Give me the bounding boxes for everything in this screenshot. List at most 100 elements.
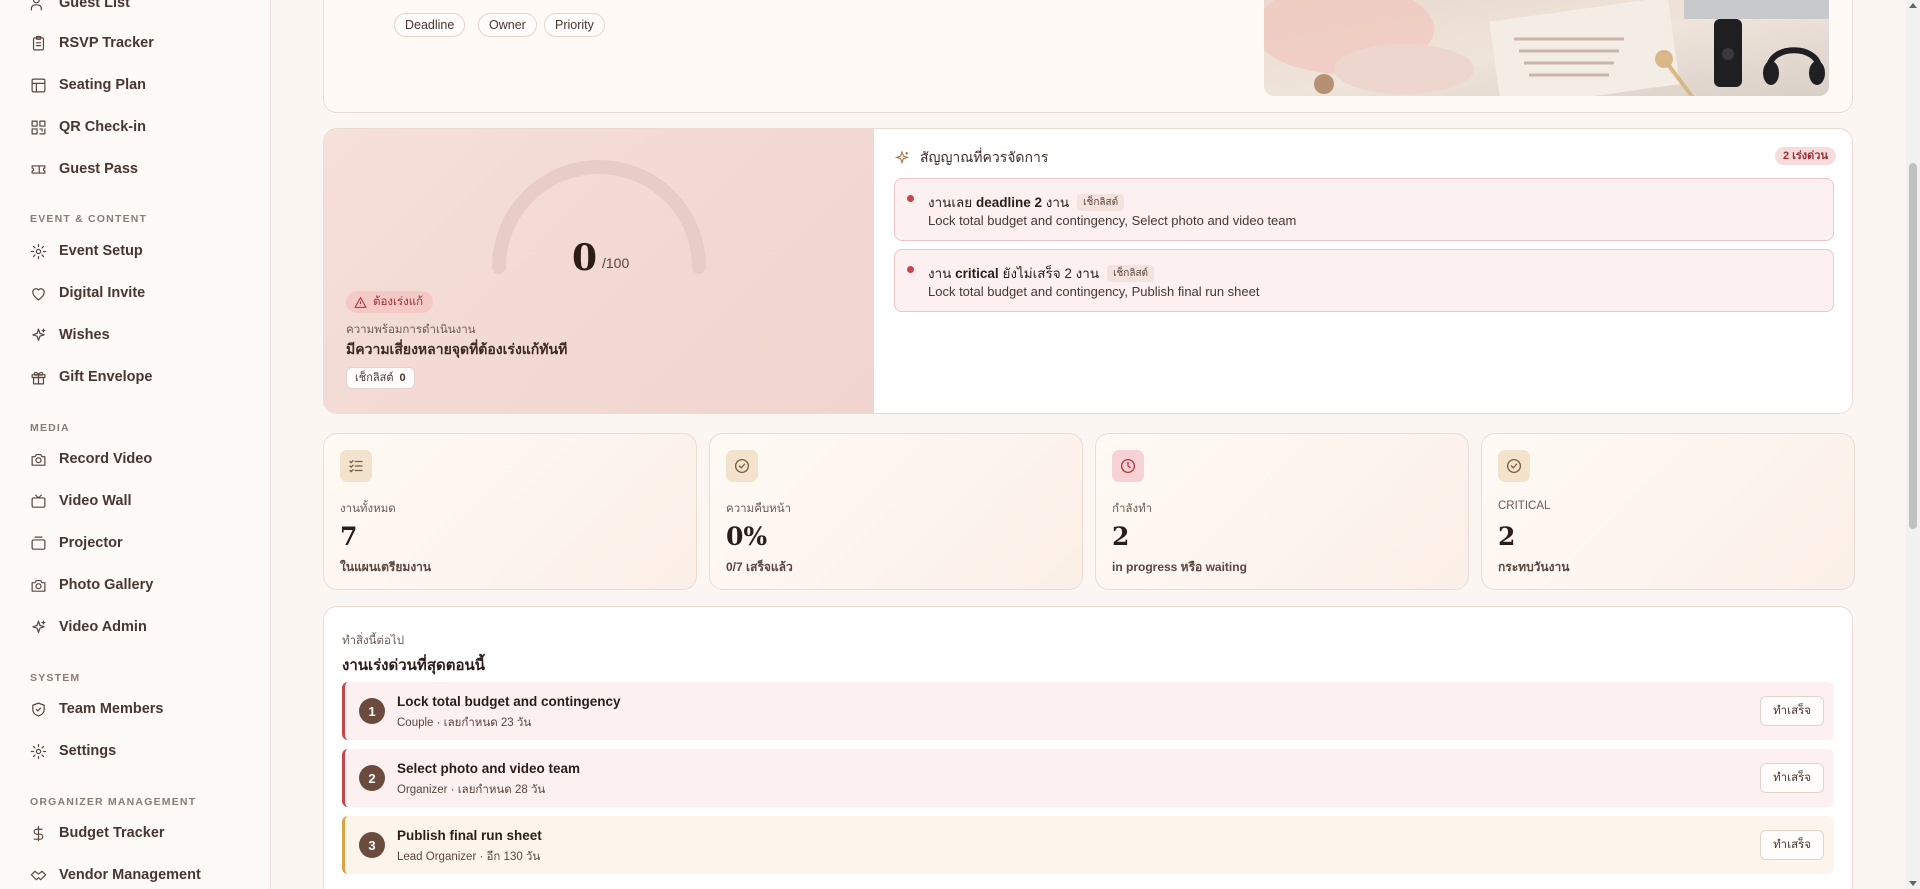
sidebar-item-projector[interactable]: Projector [30, 532, 123, 554]
sidebar-item-guest-pass[interactable]: Guest Pass [30, 158, 138, 180]
stat-label: ความคืบหน้า [726, 503, 792, 515]
wedding-planning-photo-image [1264, 0, 1829, 96]
clipboard-icon [32, 35, 45, 50]
stat-label: กำลังทำ [1112, 503, 1153, 515]
signal-title-prefix: งานเลย [928, 195, 976, 210]
signal-title-bold: deadline 2 [975, 195, 1042, 210]
readiness-title: มีความเสี่ยงหลายจุดที่ต้องเร่งแก้ทันที [346, 341, 568, 357]
stat-icon-wrap [1498, 450, 1530, 482]
checklist-icon [349, 460, 363, 473]
sidebar-item-label: Guest Pass [59, 161, 138, 177]
stat-subtext: ในแผนเตรียมงาน [340, 560, 432, 574]
scroll-up-arrow-icon[interactable] [1909, 3, 1917, 8]
signal-title-bold: critical [955, 266, 999, 281]
stat-icon-wrap [726, 450, 758, 482]
sidebar-item-video-admin[interactable]: Video Admin [30, 616, 147, 638]
page-scrollbar[interactable] [1906, 0, 1920, 889]
sidebar-item-label: Wishes [59, 327, 110, 343]
chip-deadline[interactable]: Deadline [394, 13, 466, 37]
clock-icon [1120, 458, 1136, 474]
sidebar-item-label: Projector [59, 535, 123, 551]
signals-header: สัญญาณที่ควรจัดการ [894, 147, 1048, 169]
sidebar-item-label: Seating Plan [59, 77, 147, 93]
signal-tag: เช็กลิสต์ [1107, 264, 1155, 282]
stat-value: 7 [340, 522, 358, 551]
sparkle-icon [32, 620, 46, 633]
sidebar-item-label: Digital Invite [59, 285, 146, 301]
stat-value: 0% [726, 522, 768, 551]
heart-icon [32, 287, 45, 300]
readiness-caption: ความพร้อมการดำเนินงาน [346, 324, 476, 336]
table-grid-icon [31, 78, 46, 92]
scroll-down-arrow-icon[interactable] [1909, 881, 1917, 886]
task-row: 3 Publish final run sheet Lead Organizer… [342, 816, 1834, 874]
stat-icon-wrap [340, 450, 372, 482]
sidebar-item-team-members[interactable]: Team Members [30, 698, 164, 720]
sidebar-item-event-setup[interactable]: Event Setup [30, 240, 143, 262]
urgent-count-badge: 2 เร่งด่วน [1774, 147, 1836, 165]
sidebar-item-label: RSVP Tracker [59, 35, 154, 51]
signal-item[interactable]: งาน critical ยังไม่เสร็จ 2 งาน เช็กลิสต์… [894, 249, 1834, 312]
mark-done-button[interactable]: ทำเสร็จ [1760, 763, 1824, 793]
sidebar-item-label: Settings [59, 743, 117, 759]
sidebar-item-wishes[interactable]: Wishes [30, 324, 110, 346]
qr-code-icon [31, 120, 46, 134]
signal-subtitle: Lock total budget and contingency, Publi… [928, 284, 1260, 299]
task-title: Publish final run sheet [397, 828, 542, 843]
signal-title: งาน critical ยังไม่เสร็จ 2 งาน เช็กลิสต์ [928, 262, 1155, 284]
user-icon [30, 0, 42, 10]
checklist-chip-count: 0 [399, 372, 406, 384]
sidebar-item-record-video[interactable]: Record Video [30, 448, 152, 470]
chip-priority[interactable]: Priority [544, 13, 605, 37]
sidebar-item-photo-gallery[interactable]: Photo Gallery [30, 574, 153, 596]
sidebar-item-label: Photo Gallery [59, 577, 154, 593]
gift-icon [31, 371, 46, 384]
stat-label: CRITICAL [1498, 500, 1551, 512]
warning-icon [354, 296, 367, 308]
sidebar-item-budget-tracker[interactable]: Budget Tracker [30, 822, 165, 844]
sidebar-item-rsvp-tracker[interactable]: RSVP Tracker [30, 32, 154, 54]
task-title: Lock total budget and contingency [397, 694, 621, 709]
main-content: Deadline Owner Priority 0 /100 ต้องเร่งแ… [271, 0, 1920, 889]
checklist-chip[interactable]: เช็กลิสต์ 0 [346, 367, 415, 389]
signal-subtitle: Lock total budget and contingency, Selec… [928, 213, 1297, 228]
sparkle-icon [894, 150, 910, 165]
task-number: 3 [359, 832, 385, 858]
next-tasks-card: ทำสิ่งนี้ต่อไป งานเร่งด่วนที่สุดตอนนี้ 1… [323, 606, 1853, 889]
sidebar-item-seating-plan[interactable]: Seating Plan [30, 74, 146, 96]
signal-title-suffix: งาน [1041, 195, 1070, 210]
sidebar-item-label: Event Setup [59, 243, 143, 259]
sidebar-item-gift-envelope[interactable]: Gift Envelope [30, 366, 152, 388]
sidebar-item-settings[interactable]: Settings [30, 740, 116, 762]
mark-done-button[interactable]: ทำเสร็จ [1760, 696, 1824, 726]
sidebar-item-video-wall[interactable]: Video Wall [30, 490, 132, 512]
next-title: งานเร่งด่วนที่สุดตอนนี้ [342, 657, 485, 674]
stat-card-total-tasks: งานทั้งหมด 7 ในแผนเตรียมงาน [323, 433, 697, 590]
task-title: Select photo and video team [397, 761, 581, 776]
next-eyebrow: ทำสิ่งนี้ต่อไป [342, 635, 404, 647]
alert-dot-icon [907, 195, 914, 202]
stat-value: 2 [1112, 522, 1130, 551]
sidebar-item-label: Gift Envelope [59, 369, 153, 385]
readiness-score: 0 [572, 237, 598, 279]
hero-card: Deadline Owner Priority [323, 0, 1853, 113]
task-number: 2 [359, 765, 385, 791]
camera-icon [31, 579, 46, 592]
task-row: 2 Select photo and video team Organizer … [342, 749, 1834, 807]
sidebar-item-guest-list[interactable]: Guest List [30, 0, 130, 14]
mark-done-button[interactable]: ทำเสร็จ [1760, 830, 1824, 860]
sidebar-item-vendor-management[interactable]: Vendor Management [30, 864, 201, 886]
task-number: 1 [359, 698, 385, 724]
sidebar-item-label: Video Wall [59, 493, 132, 509]
sidebar-item-digital-invite[interactable]: Digital Invite [30, 282, 145, 304]
signal-item[interactable]: งานเลย deadline 2 งาน เช็กลิสต์ Lock tot… [894, 178, 1834, 241]
scrollbar-thumb[interactable] [1909, 163, 1917, 529]
sidebar-item-qr-check-in[interactable]: QR Check-in [30, 116, 146, 138]
sidebar-item-label: Video Admin [59, 619, 147, 635]
signal-tag: เช็กลิสต์ [1077, 193, 1125, 211]
projector-icon [31, 536, 46, 550]
chip-owner[interactable]: Owner [478, 13, 537, 37]
task-subtitle: Lead Organizer · อีก 130 วัน [397, 851, 541, 863]
sidebar: Guest List RSVP Tracker Seating Plan QR … [0, 0, 271, 889]
signal-title-prefix: งาน [928, 266, 956, 281]
